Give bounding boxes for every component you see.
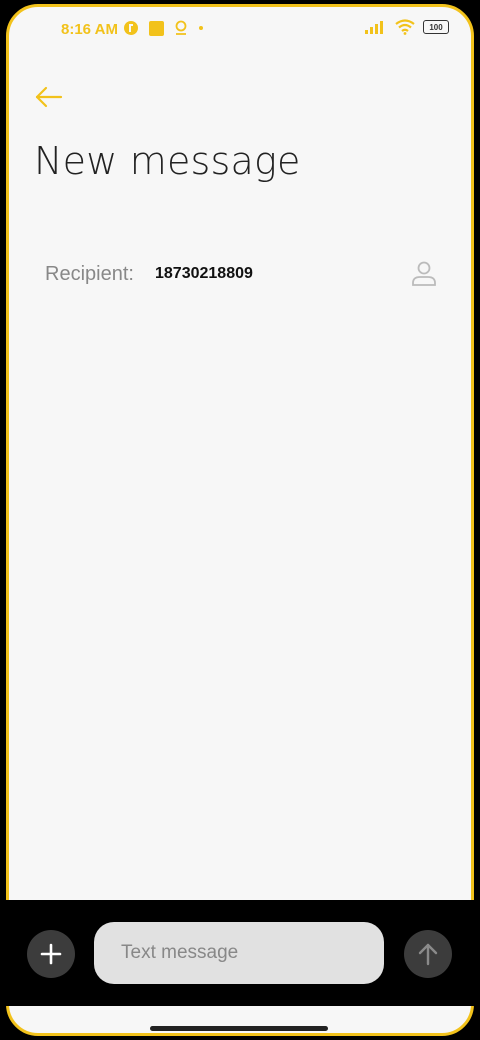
text-message-input[interactable] — [94, 922, 384, 984]
arrow-left-icon — [35, 86, 63, 108]
home-indicator — [150, 1026, 328, 1031]
page-title: New message — [34, 139, 301, 183]
arrow-up-icon — [418, 943, 438, 966]
yellow-square-icon — [149, 20, 164, 36]
signal-icon — [365, 21, 383, 34]
person-icon — [412, 261, 436, 286]
status-notification-icons — [123, 20, 204, 36]
phone-screen: 8:16 AM 100 New message Recipient: 18730… — [6, 4, 474, 1036]
plus-icon — [40, 943, 62, 965]
recipient-value[interactable]: 18730218809 — [155, 265, 253, 283]
recipient-row[interactable]: Recipient: 18730218809 — [45, 257, 439, 297]
notification-app-icon — [124, 21, 138, 35]
dot-icon — [199, 26, 203, 30]
back-button[interactable] — [31, 79, 67, 115]
add-attachment-button[interactable] — [27, 930, 75, 978]
send-button[interactable] — [404, 930, 452, 978]
recipient-label: Recipient: — [45, 263, 134, 285]
battery-icon: 100 — [423, 20, 449, 34]
compose-bar — [0, 900, 480, 1006]
status-system-icons: 100 — [365, 19, 449, 35]
location-pin-icon — [175, 20, 187, 35]
add-contact-button[interactable] — [409, 259, 439, 289]
wifi-icon — [395, 19, 415, 35]
status-time: 8:16 AM — [61, 21, 118, 38]
status-bar: 8:16 AM 100 — [9, 7, 471, 53]
